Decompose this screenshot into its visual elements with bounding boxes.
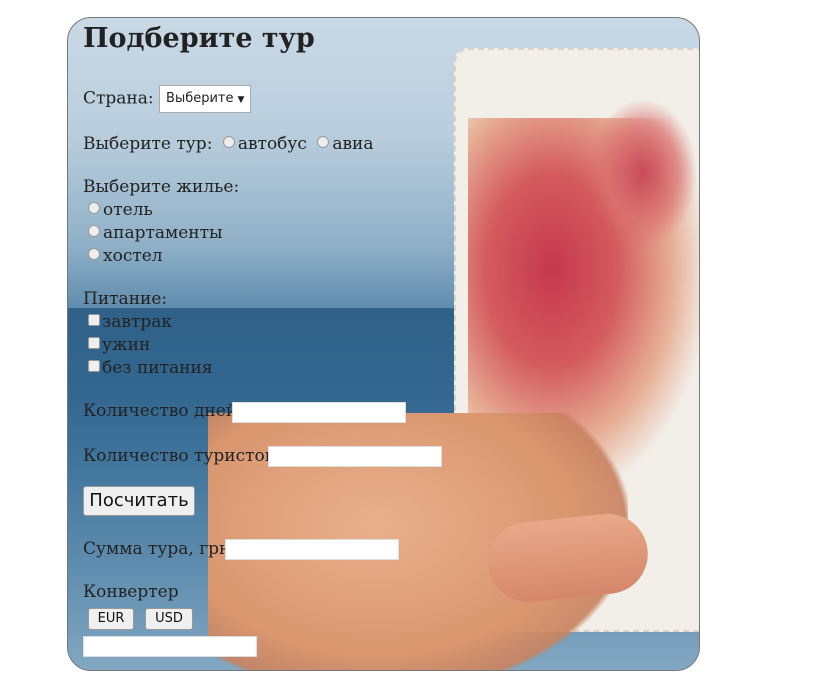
- converter-result-input[interactable]: [83, 636, 257, 657]
- housing-option-apartments: апартаменты: [83, 223, 223, 243]
- radio-hostel-label: хостел: [103, 246, 163, 266]
- page-title: Подберите тур: [83, 23, 315, 54]
- meals-option-none: без питания: [83, 358, 213, 378]
- radio-bus-label: автобус: [237, 134, 307, 154]
- chevron-down-icon: ▼: [237, 95, 245, 105]
- tourists-label: Количество туристов: [83, 446, 275, 466]
- checkbox-breakfast[interactable]: [88, 314, 100, 326]
- meals-option-breakfast: завтрак: [83, 312, 172, 332]
- checkbox-breakfast-label: завтрак: [102, 312, 173, 332]
- radio-apartments[interactable]: [88, 225, 100, 237]
- meals-label: Питание:: [83, 289, 168, 309]
- housing-option-hostel: хостел: [83, 246, 163, 266]
- sum-label: Сумма тура, грн: [83, 539, 231, 559]
- tour-form-card: [67, 17, 700, 671]
- converter-label: Конвертер: [83, 582, 179, 602]
- housing-option-hotel: отель: [83, 200, 153, 220]
- tour-type-label: Выберите тур:: [83, 134, 213, 154]
- days-input[interactable]: [232, 402, 406, 423]
- country-select[interactable]: Выберите ▼: [159, 85, 252, 113]
- country-label: Страна:: [83, 88, 154, 109]
- map-illustration-top: [588, 98, 698, 248]
- calculate-button[interactable]: Посчитать: [83, 486, 195, 516]
- checkbox-no-meals-label: без питания: [102, 358, 213, 378]
- checkbox-no-meals[interactable]: [88, 360, 100, 372]
- radio-hostel[interactable]: [88, 248, 100, 260]
- radio-hotel-label: отель: [103, 200, 153, 220]
- radio-avia-label: авиа: [332, 134, 374, 154]
- meals-option-dinner: ужин: [83, 335, 150, 355]
- checkbox-dinner-label: ужин: [102, 335, 151, 355]
- usd-button[interactable]: USD: [145, 608, 193, 630]
- radio-apartments-label: апартаменты: [103, 223, 223, 243]
- country-select-value: Выберите: [166, 91, 234, 106]
- tour-form: Подберите тур Страна: Выберите ▼ Выберите…: [83, 22, 483, 602]
- country-row: Страна: Выберите ▼: [83, 85, 252, 113]
- radio-hotel[interactable]: [88, 202, 100, 214]
- radio-avia[interactable]: [317, 136, 330, 148]
- checkbox-dinner[interactable]: [88, 337, 100, 349]
- eur-button[interactable]: EUR: [88, 608, 134, 630]
- sum-input[interactable]: [225, 539, 399, 560]
- tour-type-row: Выберите тур: автобус авиа: [83, 134, 374, 154]
- radio-bus[interactable]: [222, 136, 235, 148]
- days-label: Количество дней: [83, 401, 238, 421]
- housing-label: Выберите жилье:: [83, 177, 240, 197]
- tourists-input[interactable]: [268, 446, 442, 467]
